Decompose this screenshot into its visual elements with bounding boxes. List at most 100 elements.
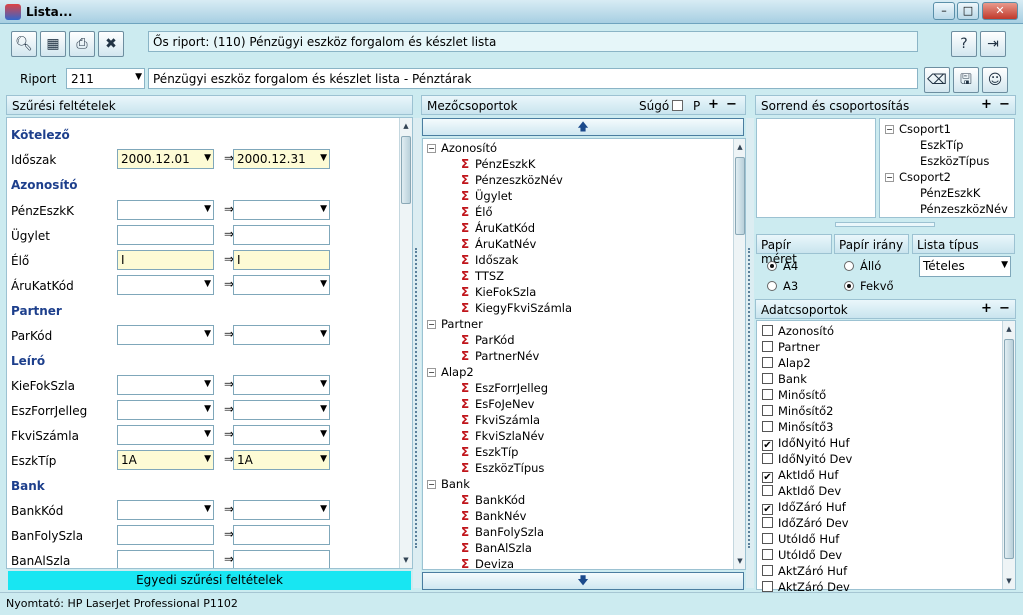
datagroups-scrollbar[interactable]: ▲ ▼	[1002, 321, 1015, 589]
checkbox[interactable]	[762, 533, 773, 544]
tree-item[interactable]: Σ ÁruKatKód	[461, 220, 535, 236]
horizontal-splitter[interactable]	[835, 222, 935, 227]
datagroup-item[interactable]: Minősítő	[762, 387, 826, 403]
datagroup-item[interactable]: Alap2	[762, 355, 811, 371]
checkbox[interactable]	[762, 485, 773, 496]
tree-item[interactable]: Σ Deviza	[461, 556, 514, 569]
datagroups-plus-button[interactable]: +	[981, 301, 992, 316]
tree-item[interactable]: Σ EszForrJelleg	[461, 380, 548, 396]
tree-item[interactable]: Σ TTSZ	[461, 268, 504, 284]
checkbox[interactable]	[762, 325, 773, 336]
tree-item[interactable]: Σ EszkTíp	[461, 444, 518, 460]
tree-item[interactable]: Σ Élő	[461, 204, 493, 220]
kiefokszla-from[interactable]: ▼	[117, 375, 214, 395]
tree-item[interactable]: Σ EsFoJeNev	[461, 396, 534, 412]
tree-scrollbar[interactable]: ▲ ▼	[733, 139, 745, 569]
datagroup-item[interactable]: AktZáró Huf	[762, 563, 847, 579]
sort-item[interactable]: EszközTípus	[920, 153, 989, 169]
checkbox[interactable]	[762, 581, 773, 592]
sort-item[interactable]: PénzeszközNév	[920, 201, 1008, 217]
minimize-button[interactable]: –	[933, 2, 955, 20]
fkviszamla-from[interactable]: ▼	[117, 425, 214, 445]
expand-all-button[interactable]: +	[708, 97, 719, 112]
filters-scrollbar[interactable]: ▲ ▼	[399, 118, 412, 568]
scroll-down-icon[interactable]: ▼	[1003, 575, 1015, 587]
scroll-down-icon[interactable]: ▼	[734, 555, 745, 567]
radio-fekvo[interactable]: Fekvő	[844, 279, 894, 293]
checkbox[interactable]	[762, 405, 773, 416]
tree-item[interactable]: Σ KiegyFkviSzámla	[461, 300, 572, 316]
scrollbar-thumb[interactable]	[735, 157, 745, 235]
fkviszamla-to[interactable]: ▼	[233, 425, 330, 445]
eszforrjelleg-to[interactable]: ▼	[233, 400, 330, 420]
banalszla-from[interactable]	[117, 550, 214, 568]
tree-item[interactable]: Σ KieFokSzla	[461, 284, 536, 300]
radio-a4[interactable]: A4	[767, 259, 798, 273]
magnifier-icon[interactable]: 🔍︎	[11, 31, 37, 57]
datagroups-minus-button[interactable]: −	[999, 301, 1010, 316]
banfolyszla-from[interactable]	[117, 525, 214, 545]
banalszla-to[interactable]	[233, 550, 330, 568]
datagroup-item[interactable]: Partner	[762, 339, 820, 355]
sort-group[interactable]: − Csoport1	[885, 121, 951, 137]
tree-item[interactable]: Σ BanAlSzla	[461, 540, 532, 556]
datagroup-item[interactable]: UtóIdő Huf	[762, 531, 839, 547]
arukatkod-to[interactable]: ▼	[233, 275, 330, 295]
checkbox[interactable]	[762, 373, 773, 384]
scroll-up-button[interactable]: 🡅	[422, 118, 744, 136]
collapse-icon[interactable]: −	[427, 320, 436, 329]
datagroup-item[interactable]: Azonosító	[762, 323, 834, 339]
datagroup-item[interactable]: ✔ IdőZáró Huf	[762, 499, 846, 515]
checkbox[interactable]: ✔	[762, 472, 773, 483]
help-icon[interactable]: ?	[951, 31, 977, 57]
datagroup-item[interactable]: ✔ AktIdő Huf	[762, 467, 838, 483]
tree-item[interactable]: Σ EszközTípus	[461, 460, 544, 476]
penzeszkk-to[interactable]: ▼	[233, 200, 330, 220]
sorting-list[interactable]	[756, 118, 876, 218]
checkbox[interactable]	[762, 357, 773, 368]
eszktip-from[interactable]: 1A ▼	[117, 450, 214, 470]
checkbox[interactable]	[762, 453, 773, 464]
sort-group[interactable]: − Csoport2	[885, 169, 951, 185]
bankkod-from[interactable]: ▼	[117, 500, 214, 520]
tree-item[interactable]: Σ PartnerNév	[461, 348, 539, 364]
datagroup-item[interactable]: Bank	[762, 371, 807, 387]
left-splitter[interactable]	[413, 118, 421, 588]
penzeszkk-from[interactable]: ▼	[117, 200, 214, 220]
radio-allo[interactable]: Álló	[844, 259, 881, 273]
right-splitter[interactable]	[746, 118, 754, 588]
tree-item[interactable]: Σ ParKód	[461, 332, 515, 348]
scroll-up-icon[interactable]: ▲	[1003, 323, 1015, 335]
parkod-to[interactable]: ▼	[233, 325, 330, 345]
elo-to[interactable]: I	[233, 250, 330, 270]
ugylet-to[interactable]	[233, 225, 330, 245]
arukatkod-from[interactable]: ▼	[117, 275, 214, 295]
sort-item[interactable]: PénzEszkK	[920, 185, 980, 201]
idoszak-to[interactable]: 2000.12.31 ▼	[233, 149, 330, 169]
parkod-from[interactable]: ▼	[117, 325, 214, 345]
sorting-plus-button[interactable]: +	[981, 97, 992, 112]
save-icon[interactable]: 🖫︎	[953, 67, 979, 93]
checkbox[interactable]: ✔	[762, 440, 773, 451]
tree-item[interactable]: Σ Ügylet	[461, 188, 512, 204]
checkbox[interactable]: ✔	[762, 504, 773, 515]
tree-item[interactable]: Σ BankNév	[461, 508, 526, 524]
elo-from[interactable]: I	[117, 250, 214, 270]
scroll-down-button[interactable]: 🡇	[422, 572, 744, 590]
tree-item[interactable]: Σ BanFolySzla	[461, 524, 544, 540]
kiefokszla-to[interactable]: ▼	[233, 375, 330, 395]
collapse-icon[interactable]: −	[427, 144, 436, 153]
scroll-up-icon[interactable]: ▲	[734, 141, 745, 153]
close-button[interactable]: ✕	[982, 2, 1018, 20]
sugo-checkbox[interactable]	[672, 100, 683, 111]
printer-icon[interactable]: ⎙	[69, 31, 95, 57]
users-icon[interactable]: ☺	[982, 67, 1008, 93]
tree-item[interactable]: Σ PénzEszkK	[461, 156, 535, 172]
datagroup-item[interactable]: IdőZáró Dev	[762, 515, 849, 531]
tree-group[interactable]: − Azonosító	[427, 140, 497, 156]
tree-item[interactable]: Σ PénzeszközNév	[461, 172, 563, 188]
eraser-icon[interactable]: ⌫	[924, 67, 950, 93]
datagroup-item[interactable]: UtóIdő Dev	[762, 547, 842, 563]
checkbox[interactable]	[762, 389, 773, 400]
collapse-icon[interactable]: −	[885, 173, 894, 182]
